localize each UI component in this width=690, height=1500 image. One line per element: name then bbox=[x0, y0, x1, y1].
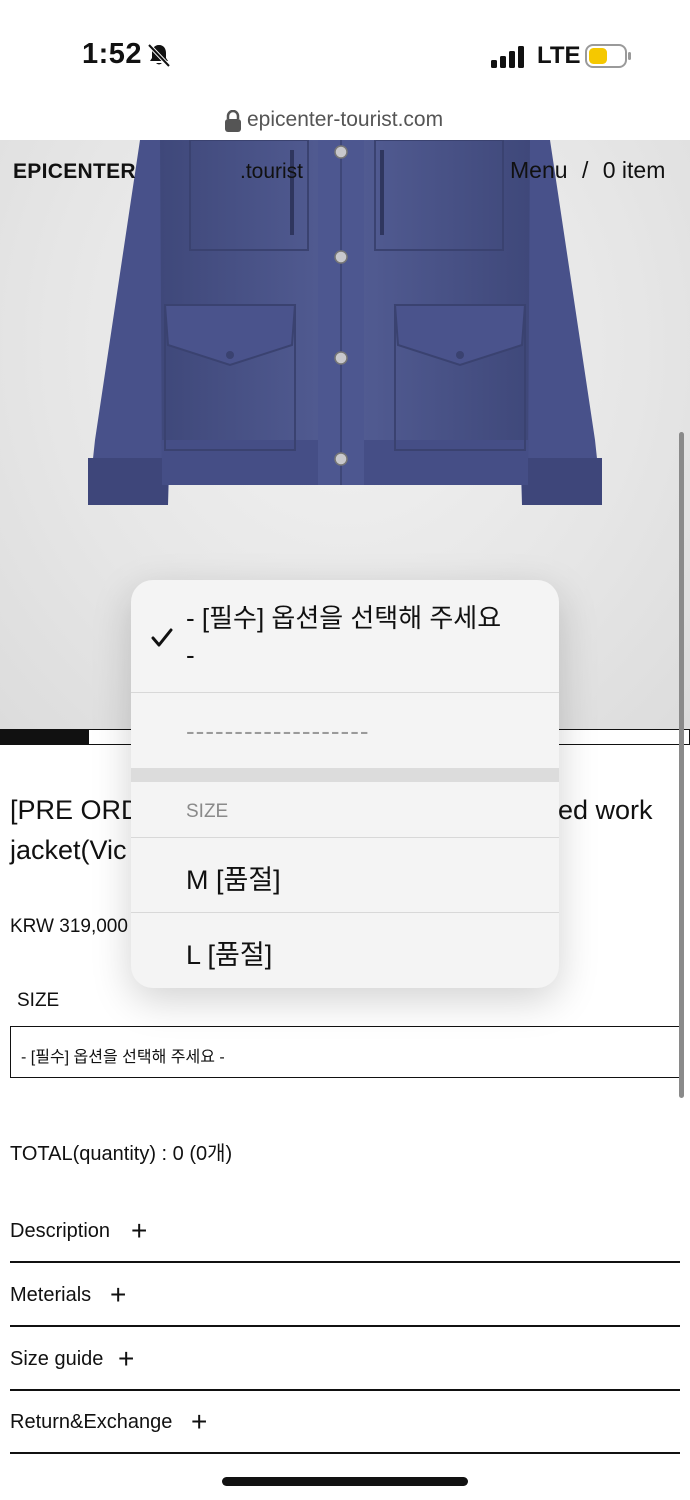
accordion-size-guide[interactable]: Size guide + bbox=[10, 1328, 680, 1391]
bell-muted-icon bbox=[147, 43, 171, 68]
brand-sub-logo[interactable]: .tourist bbox=[240, 160, 303, 184]
lock-icon bbox=[225, 110, 241, 132]
plus-icon: + bbox=[191, 1406, 208, 1437]
option-size-l[interactable]: L [품절] bbox=[131, 913, 559, 988]
size-select[interactable]: - [필수] 옵션을 선택해 주세요 - bbox=[10, 1026, 680, 1078]
product-price: KRW 319,000 bbox=[10, 916, 128, 937]
home-indicator[interactable] bbox=[222, 1477, 468, 1486]
battery-icon bbox=[585, 44, 631, 68]
size-label: SIZE bbox=[17, 990, 60, 1011]
cellular-signal-icon bbox=[491, 46, 524, 68]
option-size-l-label: L [품절] bbox=[186, 940, 273, 970]
menu-link[interactable]: Menu bbox=[510, 157, 568, 183]
plus-icon: + bbox=[110, 1279, 127, 1310]
plus-icon: + bbox=[131, 1215, 148, 1246]
option-separator[interactable]: ------------------- bbox=[131, 694, 559, 768]
option-placeholder[interactable]: - [필수] 옵션을 선택해 주세요 - bbox=[131, 580, 559, 693]
jacket-image bbox=[88, 140, 602, 505]
option-size-m-label: M [품절] bbox=[186, 865, 281, 895]
accordion-return-exchange[interactable]: Return&Exchange + bbox=[10, 1391, 680, 1454]
slider-progress-fill bbox=[1, 730, 89, 744]
brand-logo[interactable]: EPICENTER bbox=[13, 160, 136, 184]
option-size-m[interactable]: M [품절] bbox=[131, 837, 559, 913]
status-time: 1:52 bbox=[82, 38, 143, 70]
size-options-popup: - [필수] 옵션을 선택해 주세요 - -------------------… bbox=[131, 580, 559, 988]
plus-icon: + bbox=[118, 1343, 135, 1374]
accordion-label: Description bbox=[10, 1220, 111, 1242]
accordion-label: Return&Exchange bbox=[10, 1411, 173, 1433]
option-separator-label: ------------------- bbox=[186, 716, 370, 746]
accordion-description[interactable]: Description + bbox=[10, 1200, 680, 1263]
checkmark-icon bbox=[151, 628, 173, 647]
accordion-materials[interactable]: Meterials + bbox=[10, 1264, 680, 1327]
cart-link[interactable]: 0 item bbox=[603, 157, 666, 183]
total-quantity: TOTAL(quantity) : 0 (0개) bbox=[10, 1143, 233, 1165]
accordion-label: Meterials bbox=[10, 1284, 92, 1306]
group-divider bbox=[131, 768, 559, 782]
header-nav: Menu / 0 item bbox=[510, 157, 673, 184]
product-title-line1-end: ed work bbox=[558, 795, 653, 825]
status-bar: 1:52 LTE bbox=[0, 0, 690, 100]
network-type: LTE bbox=[537, 42, 581, 69]
scroll-indicator bbox=[679, 432, 684, 1098]
url-text[interactable]: epicenter-tourist.com bbox=[247, 108, 443, 132]
option-group-label: SIZE bbox=[186, 801, 229, 822]
option-placeholder-label: - [필수] 옵션을 선택해 주세요 - bbox=[186, 603, 502, 670]
accordion-label: Size guide bbox=[10, 1348, 104, 1370]
nav-divider: / bbox=[581, 157, 589, 183]
address-bar[interactable]: epicenter-tourist.com bbox=[0, 100, 690, 140]
